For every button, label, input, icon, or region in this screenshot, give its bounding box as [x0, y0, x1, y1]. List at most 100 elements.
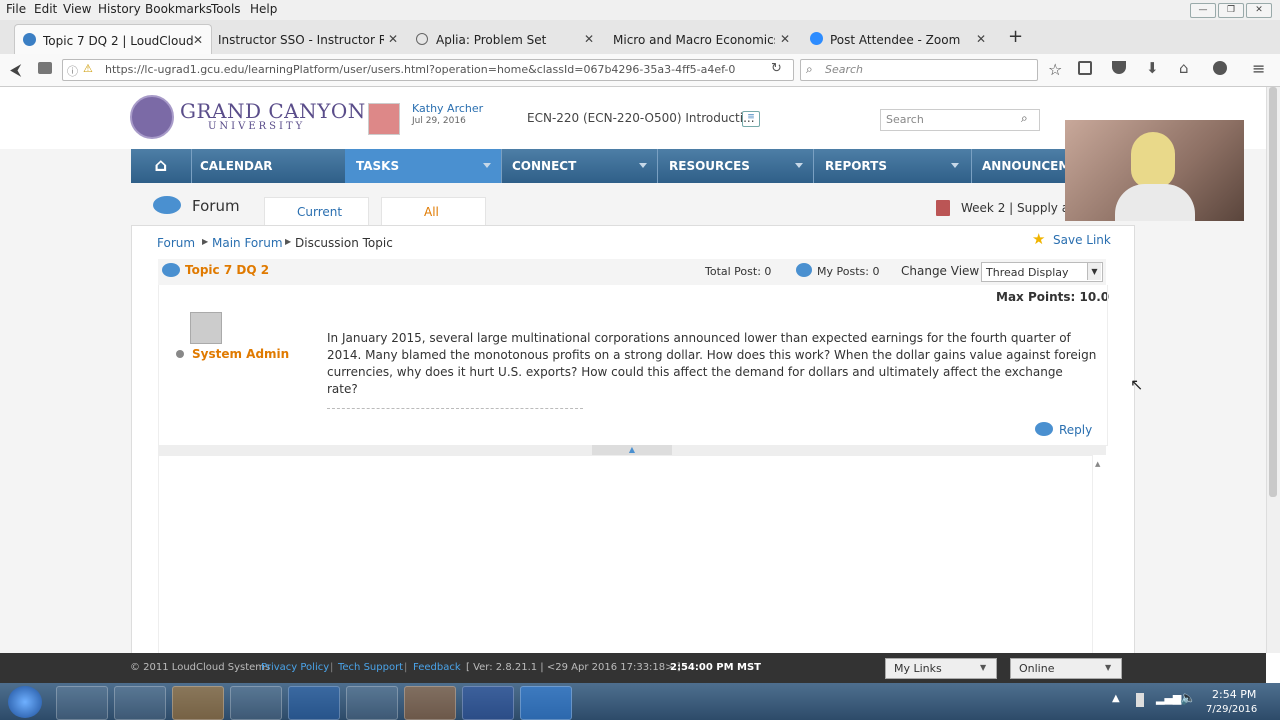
info-icon[interactable]: ⓘ [67, 63, 78, 79]
save-link[interactable]: Save Link [1053, 233, 1111, 247]
media-player-icon[interactable] [404, 686, 456, 720]
tab-all-label: All [424, 205, 439, 219]
search-placeholder: Search [825, 63, 864, 76]
site-search-placeholder: Search [886, 113, 924, 126]
main-nav: ⌂ CALENDAR TASKS CONNECT RESOURCES REPOR… [131, 149, 1089, 183]
menu-help[interactable]: Help [250, 2, 277, 16]
breadcrumb-forum[interactable]: Forum [157, 236, 195, 250]
hamburger-menu-icon[interactable]: ≡ [1252, 59, 1265, 78]
tab-instructor-sso[interactable]: Instructor SSO - Instructor Reso... ✕ [212, 24, 406, 54]
switch-windows-icon[interactable] [230, 686, 282, 720]
tab-topic-dq[interactable]: Topic 7 DQ 2 | LoudCloud ... ✕ [14, 24, 212, 55]
breadcrumb-separator-icon: ▶ [285, 237, 292, 246]
show-hidden-icons-icon[interactable]: ▲ [1112, 693, 1120, 704]
nav-resources[interactable]: RESOURCES [669, 149, 750, 183]
back-icon[interactable]: ⮜ [10, 60, 21, 80]
reload-icon[interactable]: ↻ [771, 61, 782, 76]
menu-file[interactable]: File [6, 2, 26, 16]
tab-aplia[interactable]: Aplia: Problem Set ✕ [408, 24, 602, 54]
view-select[interactable]: Thread Display ▼ [981, 262, 1103, 282]
home-icon[interactable]: ⌂ [1179, 59, 1189, 77]
close-tab-icon[interactable]: ✕ [193, 33, 203, 47]
tab-label: Micro and Macro Economics f... [613, 33, 775, 47]
avatar[interactable] [368, 103, 400, 135]
my-links-select[interactable]: My Links ▼ [885, 658, 997, 679]
search-icon[interactable]: ⌕ [1021, 111, 1028, 126]
chevron-down-icon[interactable]: ▼ [1087, 263, 1101, 280]
battery-icon[interactable] [1136, 693, 1144, 707]
internet-explorer-icon[interactable] [56, 686, 108, 720]
chevron-down-icon [951, 163, 959, 168]
footer-feedback[interactable]: Feedback [413, 662, 461, 673]
lock-warning-icon[interactable]: ⚠ [83, 62, 93, 75]
nav-reports[interactable]: REPORTS [825, 149, 887, 183]
zoom-icon [810, 32, 823, 45]
user-name[interactable]: Kathy Archer [412, 102, 483, 115]
start-button-icon[interactable] [8, 686, 42, 718]
home-icon[interactable]: ⌂ [131, 149, 191, 183]
star-icon[interactable]: ★ [1032, 230, 1045, 248]
hello-icon[interactable] [1213, 61, 1227, 75]
close-tab-icon[interactable]: ✕ [388, 32, 398, 46]
presenter-body [1115, 184, 1195, 221]
topic-title: Topic 7 DQ 2 [185, 263, 270, 277]
browser-search-field[interactable]: ⌕ Search [800, 59, 1038, 81]
user-date: Jul 29, 2016 [412, 116, 466, 126]
week-label[interactable]: Week 2 | Supply a [961, 201, 1069, 215]
tab-zoom[interactable]: Post Attendee - Zoom ✕ [800, 24, 994, 54]
menu-bookmarks[interactable]: Bookmarks [145, 2, 212, 16]
breadcrumb-separator-icon: ▶ [202, 237, 209, 246]
tab-all[interactable]: All [381, 197, 486, 226]
footer-tech-support[interactable]: Tech Support [338, 662, 403, 673]
calculator-icon[interactable] [346, 686, 398, 720]
topic-icon [162, 263, 180, 277]
scrollbar-thumb[interactable] [1269, 87, 1277, 497]
close-tab-icon[interactable]: ✕ [976, 32, 986, 46]
zoom-app-icon[interactable] [520, 686, 572, 720]
course-menu-icon[interactable]: ≡ [742, 111, 760, 127]
url-bar[interactable]: ⓘ ⚠ https://lc-ugrad1.gcu.edu/learningPl… [62, 59, 794, 81]
page-scrollbar[interactable] [1266, 87, 1280, 653]
scroll-up-icon[interactable]: ▲ [1095, 460, 1100, 468]
status-dot-icon [176, 350, 184, 358]
tab-label: Aplia: Problem Set [436, 33, 547, 47]
close-tab-icon[interactable]: ✕ [584, 32, 594, 46]
volume-icon[interactable]: 🔈 [1180, 691, 1196, 706]
clock-time[interactable]: 2:54 PM [1212, 688, 1256, 701]
collapse-toggle-icon[interactable]: ▲ [592, 445, 672, 455]
footer-privacy[interactable]: Privacy Policy [261, 662, 329, 673]
status-select[interactable]: Online ▼ [1010, 658, 1122, 679]
network-icon[interactable]: ▂▄▆ [1156, 692, 1181, 705]
reply-button[interactable]: Reply [1059, 423, 1092, 437]
firefox-icon[interactable] [172, 686, 224, 720]
clock-date[interactable]: 7/29/2016 [1206, 704, 1257, 715]
tab-current[interactable]: Current [264, 197, 369, 226]
nav-connect[interactable]: CONNECT [512, 149, 576, 183]
course-title[interactable]: ECN-220 (ECN-220-O500) Introducti... [527, 111, 755, 125]
bookmark-star-icon[interactable]: ☆ [1048, 60, 1062, 79]
new-tab-button[interactable]: + [1008, 26, 1023, 47]
menu-tools[interactable]: Tools [211, 2, 241, 16]
gcu-seal-icon [130, 95, 174, 139]
maximize-button[interactable]: ❐ [1218, 3, 1244, 18]
menu-edit[interactable]: Edit [34, 2, 57, 16]
nav-tasks[interactable]: TASKS [356, 149, 399, 183]
outlook-icon[interactable] [288, 686, 340, 720]
author-name[interactable]: System Admin [192, 347, 289, 361]
minimize-button[interactable]: — [1190, 3, 1216, 18]
breadcrumb-main-forum[interactable]: Main Forum [212, 236, 283, 250]
word-icon[interactable] [462, 686, 514, 720]
reading-list-icon[interactable] [1078, 61, 1092, 75]
tab-micro-macro[interactable]: Micro and Macro Economics f... ✕ [604, 24, 798, 54]
tab-current-label: Current [297, 205, 343, 219]
menu-view[interactable]: View [63, 2, 91, 16]
reply-icon[interactable] [1035, 422, 1053, 436]
file-explorer-icon[interactable] [114, 686, 166, 720]
url-text: https://lc-ugrad1.gcu.edu/learningPlatfo… [105, 63, 735, 76]
download-icon[interactable]: ⬇ [1146, 59, 1159, 77]
nav-calendar[interactable]: CALENDAR [200, 149, 272, 183]
close-tab-icon[interactable]: ✕ [780, 32, 790, 46]
close-window-button[interactable]: ✕ [1246, 3, 1272, 18]
site-search-input[interactable]: Search ⌕ [880, 109, 1040, 131]
menu-history[interactable]: History [98, 2, 141, 16]
